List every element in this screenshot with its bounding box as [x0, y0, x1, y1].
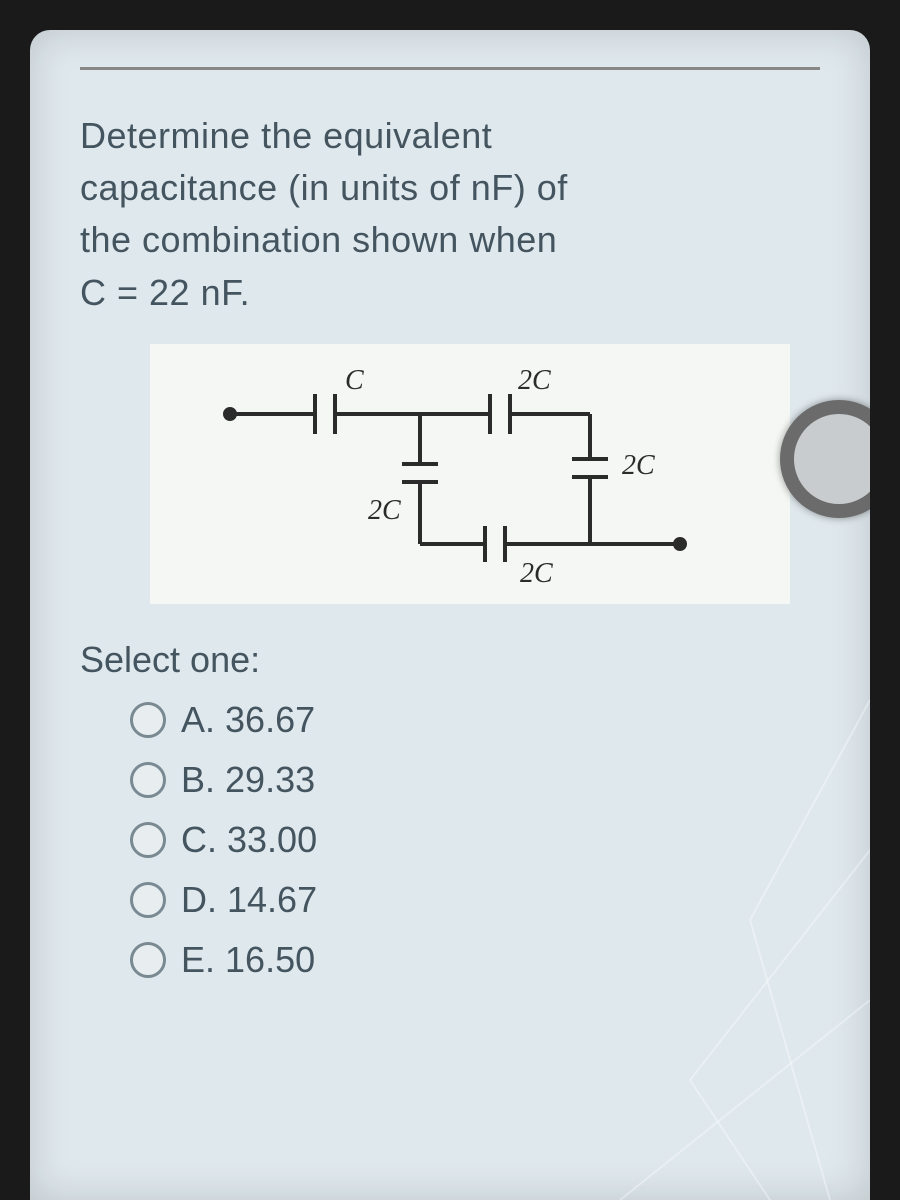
question-line: C = 22 nF. — [80, 267, 840, 319]
radio-icon — [130, 942, 166, 978]
radio-icon — [130, 762, 166, 798]
question-line: the combination shown when — [80, 214, 840, 266]
select-one-label: Select one: — [80, 639, 840, 681]
option-text: B. 29.33 — [181, 759, 315, 801]
option-text: C. 33.00 — [181, 819, 317, 861]
circuit-svg: C 2C 2C 2C 2C — [150, 344, 790, 604]
phone-screen: Determine the equivalent capacitance (in… — [30, 30, 870, 1200]
circuit-diagram: C 2C 2C 2C 2C — [150, 344, 790, 604]
option-c[interactable]: C. 33.00 — [130, 819, 840, 861]
cap-label-2c-midleft: 2C — [368, 495, 401, 526]
option-a[interactable]: A. 36.67 — [130, 699, 840, 741]
cap-label-2c-bottom: 2C — [520, 558, 553, 589]
option-text: A. 36.67 — [181, 699, 315, 741]
options-list: A. 36.67 B. 29.33 C. 33.00 D. 14.67 — [130, 699, 840, 981]
option-b[interactable]: B. 29.33 — [130, 759, 840, 801]
radio-icon — [130, 822, 166, 858]
question-text: Determine the equivalent capacitance (in… — [80, 110, 840, 319]
cap-label-2c-top: 2C — [518, 365, 551, 396]
radio-icon — [130, 702, 166, 738]
cap-label-c: C — [345, 365, 364, 396]
radio-icon — [130, 882, 166, 918]
option-e[interactable]: E. 16.50 — [130, 939, 840, 981]
question-line: Determine the equivalent — [80, 110, 840, 162]
option-text: E. 16.50 — [181, 939, 315, 981]
question-line: capacitance (in units of nF) of — [80, 162, 840, 214]
option-d[interactable]: D. 14.67 — [130, 879, 840, 921]
cap-label-2c-right: 2C — [622, 450, 655, 481]
top-divider — [80, 55, 820, 70]
question-card: Determine the equivalent capacitance (in… — [80, 110, 840, 981]
option-text: D. 14.67 — [181, 879, 317, 921]
